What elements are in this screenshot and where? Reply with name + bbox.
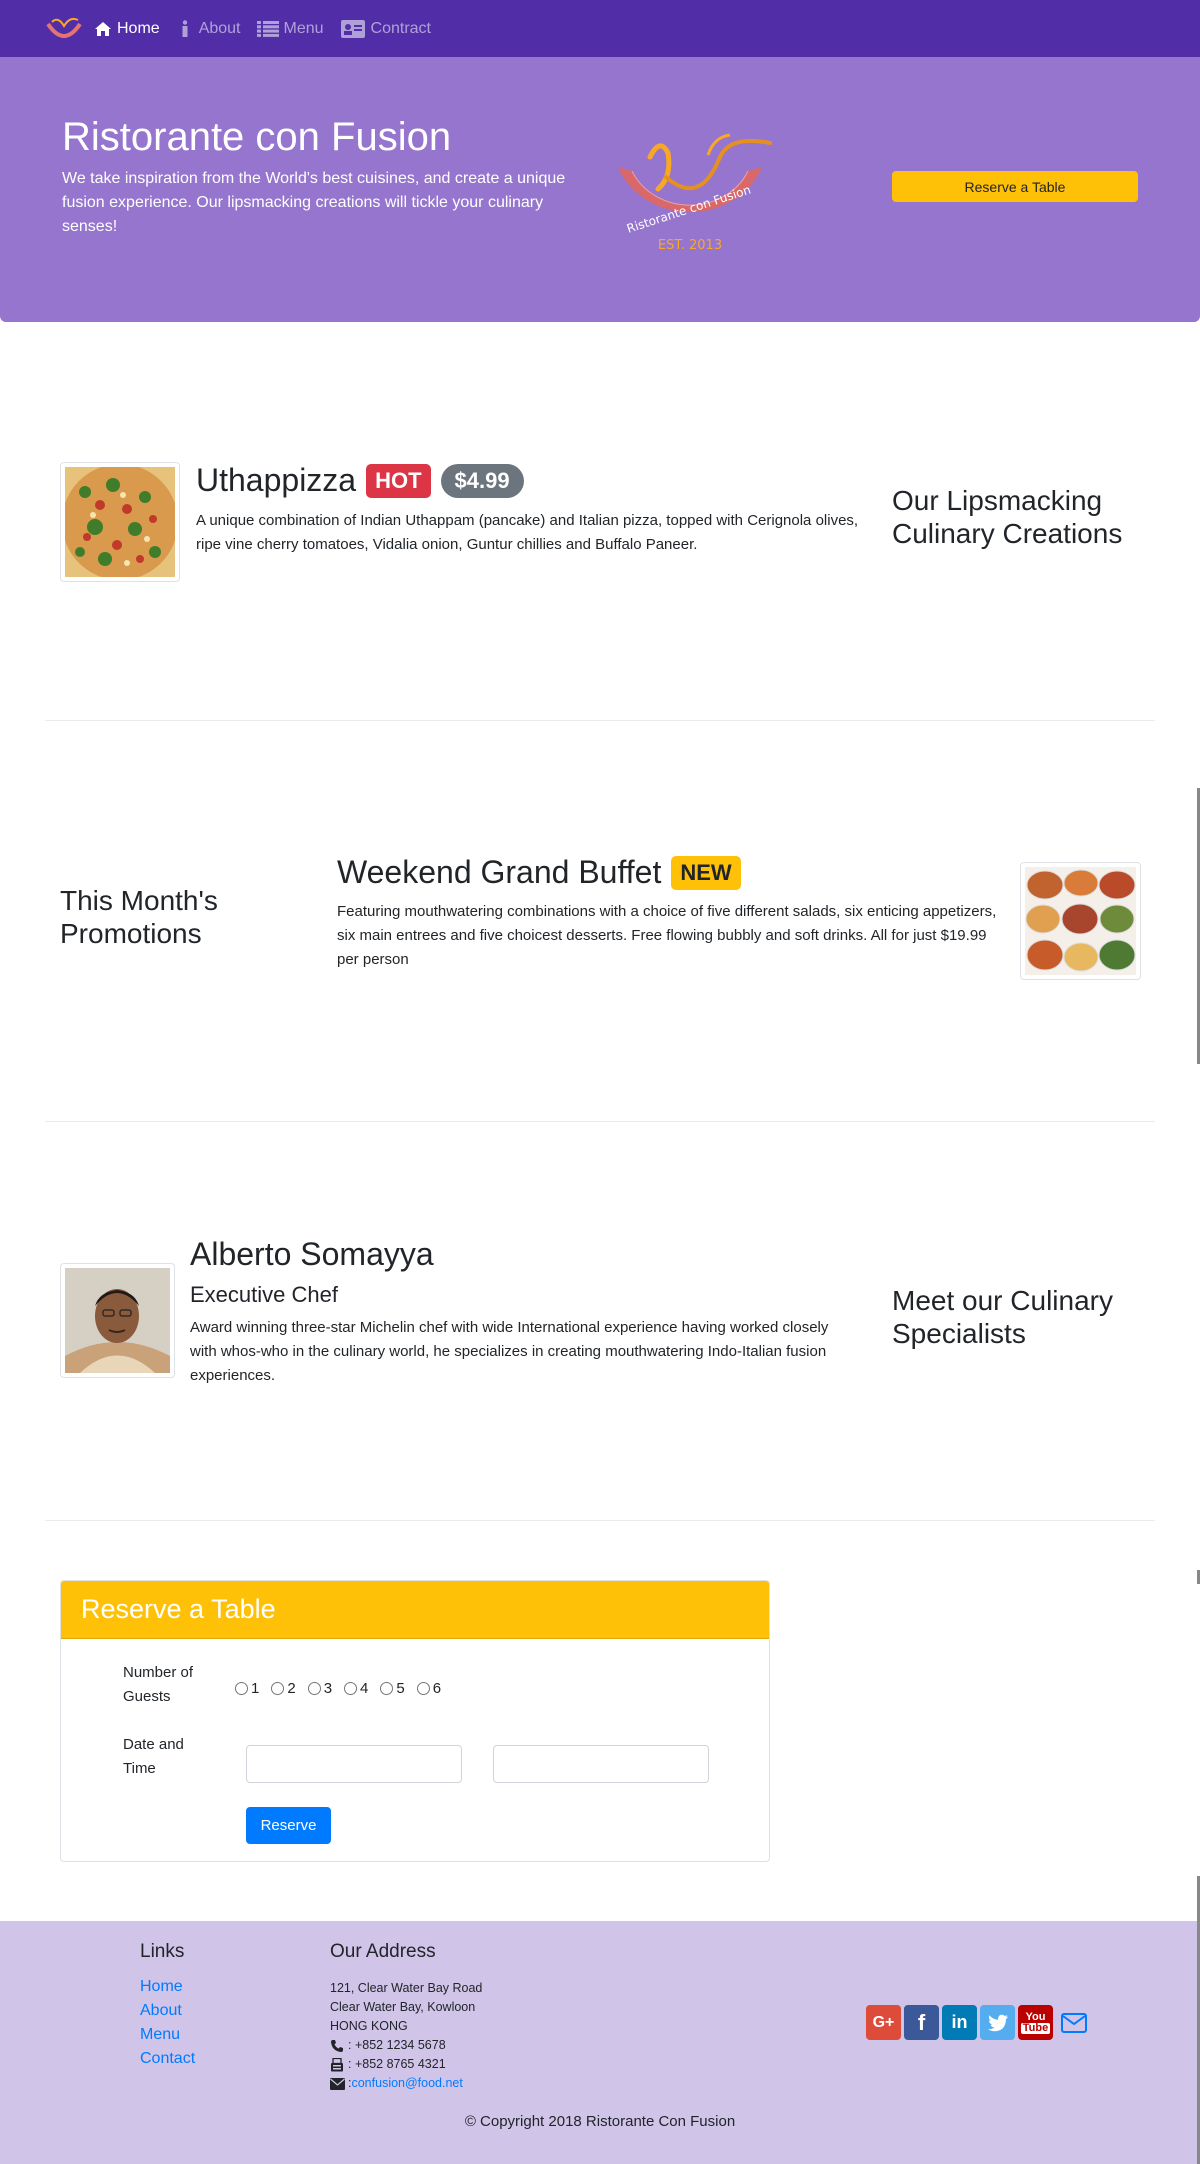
fax-number: : +852 8765 4321 (348, 2057, 446, 2071)
new-badge: NEW (671, 855, 741, 890)
nav-item-label: About (198, 19, 241, 37)
radio-button[interactable] (307, 1682, 321, 1695)
date-input[interactable] (246, 1745, 462, 1783)
footer-links: Home About Menu Contact (140, 1975, 195, 2071)
nav-item-about[interactable]: About (176, 20, 241, 38)
price-badge: $4.99 (440, 463, 524, 498)
google-plus-icon[interactable]: G+ (866, 2005, 901, 2040)
guest-option-2[interactable]: 2 (271, 1680, 296, 1697)
guests-label: Number of Guests (123, 1664, 194, 1705)
phone-row: : +852 1234 5678 (330, 2036, 482, 2055)
links-heading: Links (140, 1941, 185, 1962)
leaders-side-heading: Meet our Culinary Specialists (892, 1285, 1113, 1349)
twitter-icon[interactable] (980, 2005, 1015, 2040)
page-title: Ristorante con Fusion (62, 115, 452, 159)
chef-description: Award winning three-star Michelin chef w… (190, 1319, 829, 1384)
navbar: Home About Menu Contract (0, 0, 1200, 57)
intro-text: We take inspiration from the World's bes… (62, 170, 566, 235)
fax-row: : +852 8765 4321 (330, 2055, 482, 2074)
restaurant-logo: Ristorante con Fusion EST. 2013 (618, 133, 772, 253)
guest-option-6[interactable]: 6 (416, 1680, 441, 1697)
footer-address: 121, Clear Water Bay Road Clear Water Ba… (330, 1979, 482, 2093)
nav-item-home[interactable]: Home (94, 20, 160, 38)
phone-number: : +852 1234 5678 (348, 2038, 446, 2052)
youtube-icon[interactable]: You Tube (1018, 2005, 1053, 2040)
jumbotron: Ristorante con Fusion We take inspiratio… (0, 57, 1200, 322)
radio-button[interactable] (344, 1682, 358, 1695)
address-heading: Our Address (330, 1941, 436, 1962)
nav-item-contract[interactable]: Contract (340, 19, 431, 38)
footer-link-about[interactable]: About (140, 1999, 195, 2023)
chef-designation: Executive Chef (190, 1282, 338, 1307)
page-scrollbar[interactable] (1194, 0, 1200, 2164)
radio-button[interactable] (235, 1682, 248, 1695)
brand-logo[interactable] (44, 14, 84, 44)
radio-button[interactable] (416, 1682, 430, 1695)
mail-icon[interactable] (1056, 2005, 1091, 2040)
chef-photo (60, 1263, 175, 1378)
dish-side-heading: Our Lipsmacking Culinary Creations (892, 485, 1123, 549)
footer: Links Home About Menu Contact Our Addres… (0, 1921, 1200, 2164)
copyright-text: © Copyright 2018 Ristorante Con Fusion (464, 2113, 736, 2130)
social-links: G+ f in You Tube (866, 2005, 1094, 2040)
guest-option-1[interactable]: 1 (235, 1680, 259, 1697)
promotion-image (1020, 862, 1141, 980)
guest-option-3[interactable]: 3 (307, 1680, 332, 1697)
dish-heading: Uthappizza HOT $4.99 (196, 462, 524, 499)
footer-link-contact[interactable]: Contact (140, 2047, 195, 2071)
linkedin-icon[interactable]: in (942, 2005, 977, 2040)
fax-icon (330, 2057, 346, 2072)
guest-option-4[interactable]: 4 (344, 1680, 368, 1697)
dish-image (60, 462, 180, 582)
list-icon (256, 20, 279, 38)
info-icon (176, 19, 194, 38)
svg-text:EST. 2013: EST. 2013 (658, 238, 722, 253)
email-row: : confusion@food.net (330, 2074, 482, 2093)
address-card-icon (340, 19, 366, 38)
guests-radio-group: 1 2 3 4 5 6 (235, 1680, 453, 1697)
footer-link-home[interactable]: Home (140, 1975, 195, 1999)
promotion-name: Weekend Grand Buffet (337, 854, 662, 890)
nav-item-label: Menu (283, 19, 324, 37)
facebook-icon[interactable]: f (904, 2005, 939, 2040)
nav-item-label: Home (117, 19, 160, 37)
guest-option-5[interactable]: 5 (380, 1680, 405, 1697)
section-divider (45, 1520, 1155, 1521)
footer-link-menu[interactable]: Menu (140, 2023, 195, 2047)
dish-name: Uthappizza (196, 462, 357, 498)
hot-badge: HOT (366, 463, 431, 498)
chef-name: Alberto Somayya (190, 1236, 434, 1272)
radio-button[interactable] (271, 1682, 285, 1695)
address-line: 121, Clear Water Bay Road (330, 1981, 483, 1995)
section-divider (45, 720, 1155, 721)
section-divider (45, 1121, 1155, 1122)
reservation-card: Reserve a Table Number of Guests 1 2 3 4… (60, 1580, 770, 1862)
promotion-side-heading: This Month's Promotions (60, 885, 218, 949)
datetime-label: Date and Time (123, 1736, 184, 1777)
address-line: HONG KONG (330, 2019, 408, 2033)
address-line: Clear Water Bay, Kowloon (330, 2000, 476, 2014)
nav-item-label: Contract (370, 19, 431, 37)
home-icon (94, 20, 112, 38)
promotion-description: Featuring mouthwatering combinations wit… (337, 903, 997, 968)
time-input[interactable] (493, 1745, 709, 1783)
phone-icon (330, 2039, 346, 2053)
reserve-button[interactable]: Reserve (246, 1807, 331, 1844)
reserve-table-button[interactable]: Reserve a Table (892, 171, 1138, 202)
email-link[interactable]: confusion@food.net (351, 2074, 462, 2093)
reservation-card-header: Reserve a Table (61, 1581, 769, 1639)
radio-button[interactable] (380, 1682, 394, 1695)
dish-description: A unique combination of Indian Uthappam … (196, 512, 859, 553)
nav-item-menu[interactable]: Menu (256, 19, 324, 38)
envelope-icon (330, 2077, 346, 2091)
promotion-heading: Weekend Grand Buffet NEW (337, 854, 741, 891)
